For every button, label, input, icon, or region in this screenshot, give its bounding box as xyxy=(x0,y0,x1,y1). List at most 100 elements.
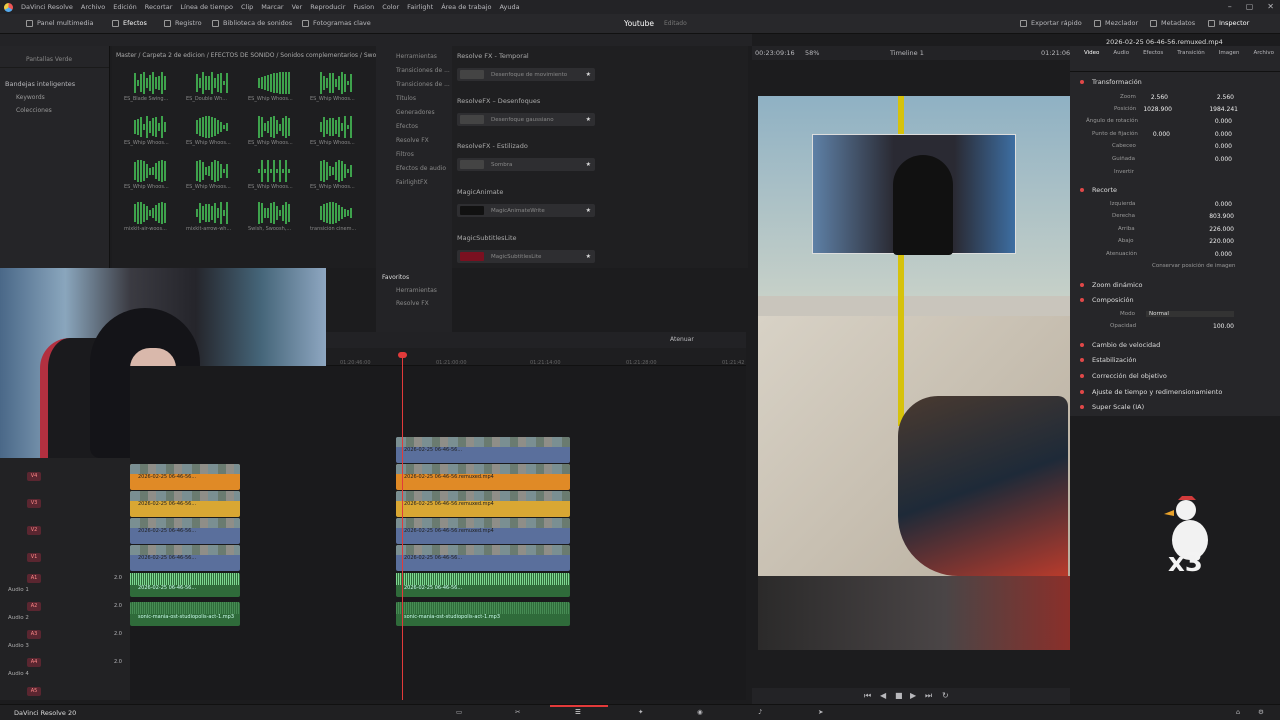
menu-clip[interactable]: Clip xyxy=(241,3,253,11)
timeline-ruler[interactable]: 01:20:46:00 01:21:00:00 01:21:14:00 01:2… xyxy=(326,348,746,366)
fav-resolvefx[interactable]: Resolve FX xyxy=(396,300,452,307)
fx-tree-audio-transitions[interactable]: Transiciones de ... xyxy=(396,81,452,88)
section-retime-scaling[interactable]: Ajuste de tiempo y redimensionamiento xyxy=(1080,388,1222,396)
sound-clip-thumb[interactable]: ES_Whip Whoos... xyxy=(248,114,300,146)
sound-clip-thumb[interactable]: Swish, Swoosh,... xyxy=(248,200,300,232)
crop-bottom-value[interactable]: 220.000 xyxy=(1204,238,1234,245)
video-clip[interactable]: 2026-02-25 06-46-56... xyxy=(130,545,240,571)
composite-mode-select[interactable]: Normal xyxy=(1146,311,1234,317)
fav-tools[interactable]: Herramientas xyxy=(396,287,452,294)
tab-video[interactable]: Video xyxy=(1084,50,1099,71)
edit-index-button[interactable]: Registro xyxy=(164,19,202,27)
fx-item-motion-blur[interactable]: Desenfoque de movimiento ★ xyxy=(457,68,595,81)
favorites-title[interactable]: Favoritos xyxy=(382,274,452,281)
sound-clip-thumb[interactable]: ES_Whip Whoos... xyxy=(310,158,362,190)
settings-icon[interactable]: ⚙ xyxy=(1258,708,1264,716)
fx-tree-filters[interactable]: Filtros xyxy=(396,151,452,158)
fx-item-magicanimate[interactable]: MagicAnimateWrite ★ xyxy=(457,204,595,217)
fx-tree-audio-fx[interactable]: Efectos de audio xyxy=(396,165,452,172)
timeline-select[interactable]: Timeline 1 xyxy=(890,49,924,57)
menu-file[interactable]: Archivo xyxy=(81,3,105,11)
star-icon[interactable]: ★ xyxy=(586,71,591,78)
sound-clip-thumb[interactable]: ES_Whip Whoos... xyxy=(124,158,176,190)
menu-timeline[interactable]: Línea de tiempo xyxy=(180,3,233,11)
video-clip[interactable]: 2026-02-25 06-46-56... xyxy=(130,491,240,517)
star-icon[interactable]: ★ xyxy=(586,116,591,123)
sound-clip-thumb[interactable]: transición cinem... xyxy=(310,200,362,232)
zoom-y-value[interactable]: 2.560 xyxy=(1204,94,1234,101)
metadata-button[interactable]: Metadatos xyxy=(1150,19,1195,27)
video-clip[interactable]: 2026-02-25 06-46-56... xyxy=(396,545,570,571)
playhead[interactable] xyxy=(402,354,403,700)
keyframes-button[interactable]: Fotogramas clave xyxy=(302,19,371,27)
tab-audio[interactable]: Audio xyxy=(1113,50,1129,71)
maximize-icon[interactable]: ▢ xyxy=(1246,2,1254,11)
deliver-page-icon[interactable]: ➤ xyxy=(818,708,823,716)
section-transform[interactable]: Transformación xyxy=(1080,78,1142,86)
star-icon[interactable]: ★ xyxy=(586,207,591,214)
sound-clip-thumb[interactable]: ES_Double Wh... xyxy=(186,70,238,102)
sound-library-button[interactable]: Biblioteca de sonidos xyxy=(212,19,292,27)
video-clip[interactable]: 2026-02-25 06-46-56.remuxed.mp4 xyxy=(396,491,570,517)
fx-item-shadow[interactable]: Sombra ★ xyxy=(457,158,595,171)
yaw-value[interactable]: 0.000 xyxy=(1202,156,1232,163)
rotation-value[interactable]: 0.000 xyxy=(1202,118,1232,125)
tab-transition[interactable]: Transición xyxy=(1177,50,1204,71)
fx-tree-fairlightfx[interactable]: FairlightFX xyxy=(396,179,452,186)
edit-page-icon[interactable]: ☰ xyxy=(575,708,581,716)
tab-effects[interactable]: Efectos xyxy=(1143,50,1163,71)
menu-fairlight[interactable]: Fairlight xyxy=(407,3,433,11)
fx-tree-effects[interactable]: Efectos xyxy=(396,123,452,130)
menu-app[interactable]: DaVinci Resolve xyxy=(21,3,73,11)
position-x-value[interactable]: 1028.900 xyxy=(1142,106,1172,113)
sound-clip-thumb[interactable]: mixkit-arrow-wh... xyxy=(186,200,238,232)
media-page-icon[interactable]: ▭ xyxy=(456,708,462,716)
menu-trim[interactable]: Recortar xyxy=(145,3,173,11)
stop-icon[interactable]: ■ xyxy=(895,691,903,700)
inspector-button[interactable]: Inspector xyxy=(1208,19,1249,27)
section-lens-correction[interactable]: Corrección del objetivo xyxy=(1080,372,1167,380)
fx-tree-generators[interactable]: Generadores xyxy=(396,109,452,116)
breadcrumb[interactable]: Master / Carpeta 2 de edicion / EFECTOS … xyxy=(116,52,387,59)
section-super-scale[interactable]: Super Scale (IA) xyxy=(1080,403,1144,411)
video-clip[interactable]: 2026-02-25 06-46-56... xyxy=(130,518,240,544)
crop-right-value[interactable]: 803.900 xyxy=(1204,213,1234,220)
menu-help[interactable]: Ayuda xyxy=(500,3,520,11)
sound-clip-thumb[interactable]: ES_Whip Whoos... xyxy=(248,70,300,102)
menu-color[interactable]: Color xyxy=(382,3,399,11)
sound-clip-thumb[interactable]: ES_Blade Swing... xyxy=(124,70,176,102)
menu-view[interactable]: Ver xyxy=(292,3,303,11)
pitch-value[interactable]: 0.000 xyxy=(1202,143,1232,150)
video-clip[interactable]: 2026-02-25 06-46-56... xyxy=(396,437,570,463)
star-icon[interactable]: ★ xyxy=(586,161,591,168)
fx-item-gaussian-blur[interactable]: Desenfoque gaussiano ★ xyxy=(457,113,595,126)
fx-item-magicsubtitles[interactable]: MagicSubtitlesLite ★ xyxy=(457,250,595,263)
skip-forward-icon[interactable]: ⏭ xyxy=(925,691,932,701)
section-dynamic-zoom[interactable]: Zoom dinámico xyxy=(1080,281,1143,289)
fx-tree-resolvefx[interactable]: Resolve FX xyxy=(396,137,452,144)
quick-export-button[interactable]: Exportar rápido xyxy=(1020,19,1082,27)
position-y-value[interactable]: 1984.241 xyxy=(1208,106,1238,113)
video-clip[interactable]: 2026-02-25 06-46-56.remuxed.mp4 xyxy=(396,518,570,544)
zoom-x-value[interactable]: 2.560 xyxy=(1138,94,1168,101)
skip-back-icon[interactable]: ⏮ xyxy=(864,691,871,701)
zoom-select[interactable]: 58% xyxy=(805,49,819,57)
sound-clip-thumb[interactable]: ES_Whip Whoos... xyxy=(124,114,176,146)
section-stabilization[interactable]: Estabilización xyxy=(1080,356,1136,364)
mixer-button[interactable]: Mezclador xyxy=(1094,19,1138,27)
media-pool-button[interactable]: Panel multimedia xyxy=(26,19,93,27)
fusion-page-icon[interactable]: ✦ xyxy=(638,708,643,716)
audio-clip[interactable]: 2026-02-25 06-46-56... xyxy=(396,573,570,597)
section-speed-change[interactable]: Cambio de velocidad xyxy=(1080,341,1160,349)
star-icon[interactable]: ★ xyxy=(586,253,591,260)
crop-top-value[interactable]: 226.000 xyxy=(1204,226,1234,233)
collections-bin[interactable]: Colecciones xyxy=(0,107,109,114)
tab-image[interactable]: Imagen xyxy=(1219,50,1240,71)
menu-edit[interactable]: Edición xyxy=(113,3,137,11)
minimize-icon[interactable]: – xyxy=(1228,2,1232,11)
loop-icon[interactable]: ↻ xyxy=(942,691,949,700)
fx-tree-titles[interactable]: Títulos xyxy=(396,95,452,102)
pip-webcam-frame[interactable] xyxy=(812,134,1016,255)
sound-clip-thumb[interactable]: mixkit-air-woos... xyxy=(124,200,176,232)
anchor-x-value[interactable]: 0.000 xyxy=(1140,131,1170,138)
